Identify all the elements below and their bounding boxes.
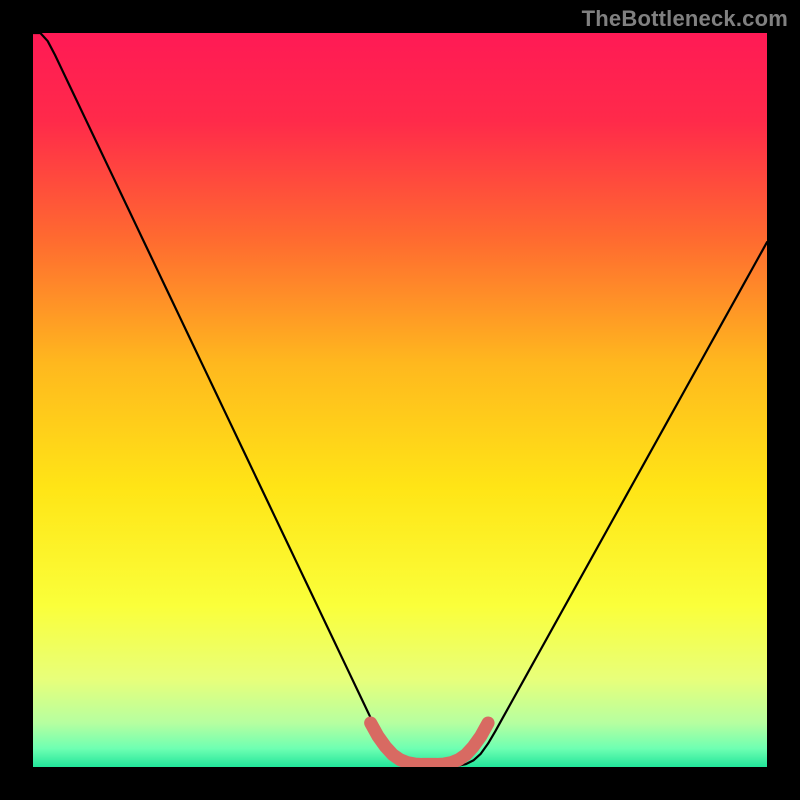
curve-layer xyxy=(33,33,767,767)
plot-area xyxy=(33,33,767,767)
chart-frame: TheBottleneck.com xyxy=(0,0,800,800)
flat-segment xyxy=(371,723,488,764)
watermark-text: TheBottleneck.com xyxy=(582,6,788,32)
bottleneck-curve xyxy=(33,33,767,766)
